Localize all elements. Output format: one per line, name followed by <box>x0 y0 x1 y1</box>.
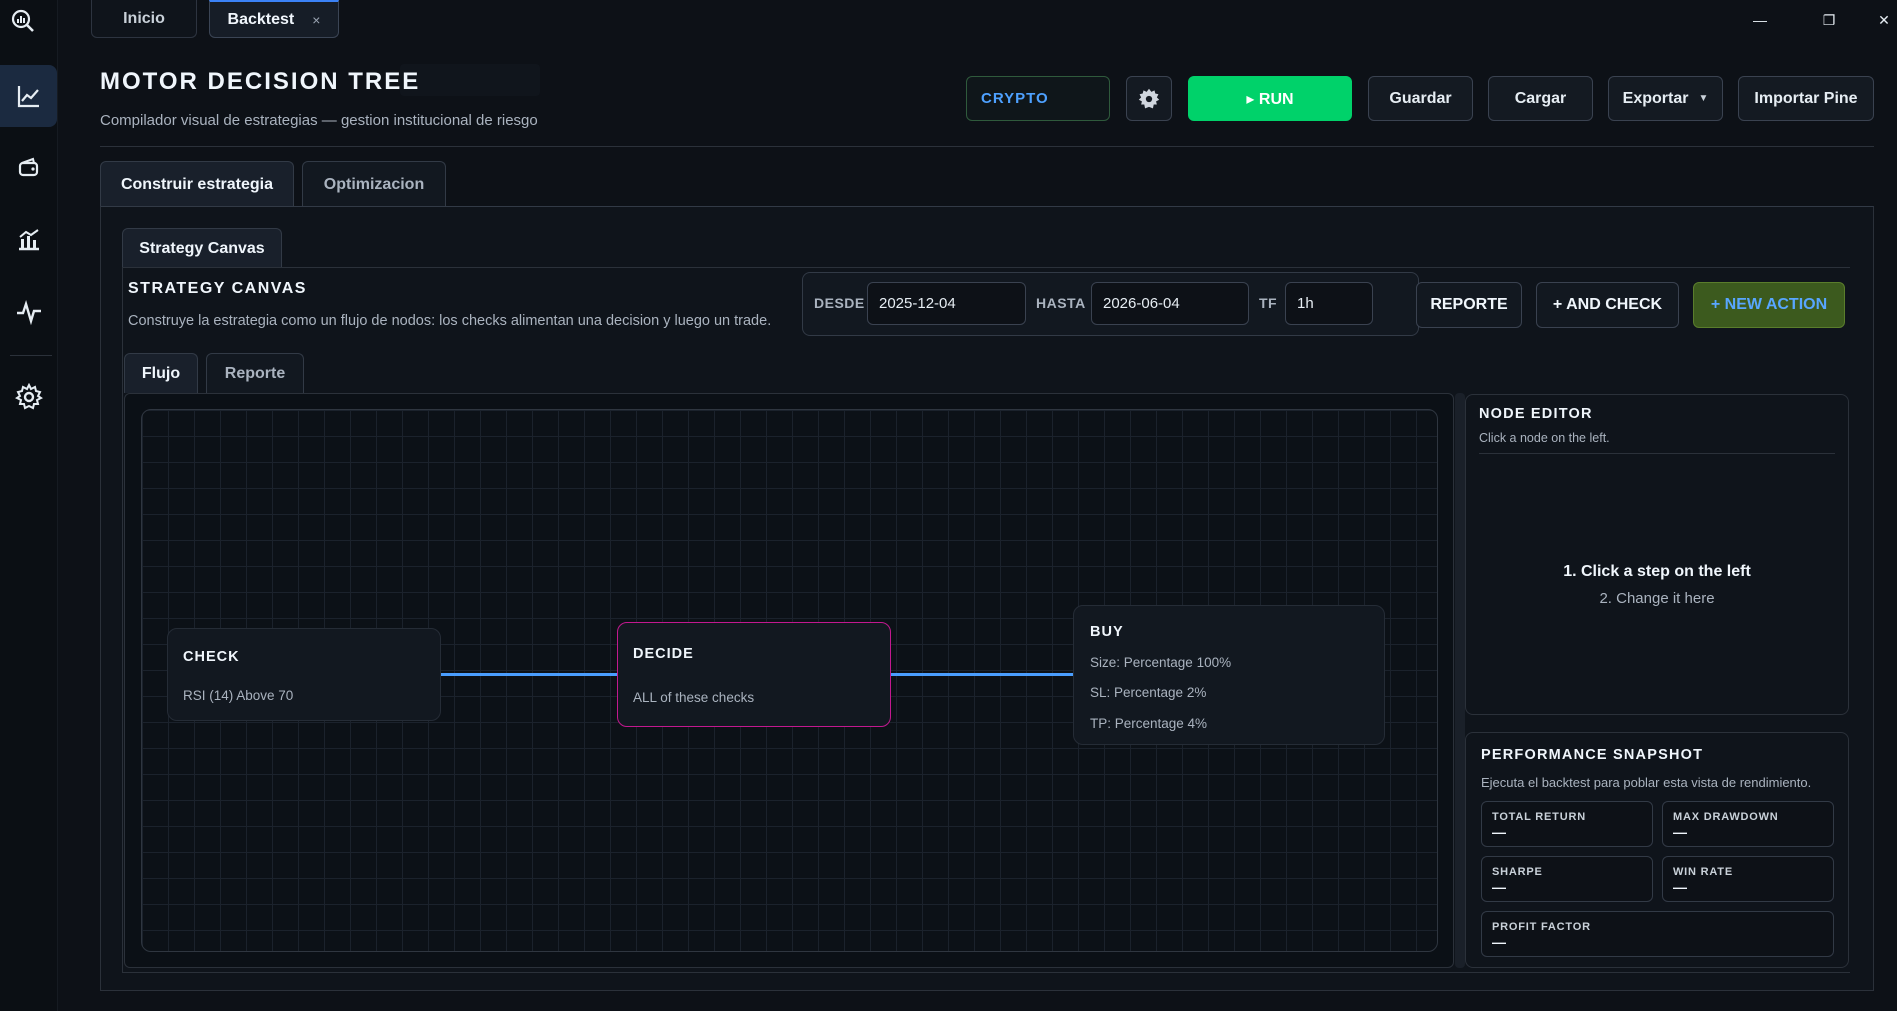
tab-inicio[interactable]: Inicio <box>91 0 197 38</box>
metric-value: — <box>1673 879 1687 895</box>
canvas-title: STRATEGY CANVAS <box>128 280 307 297</box>
settings-button[interactable] <box>1126 76 1172 121</box>
page-subtitle: Compilador visual de estrategias — gesti… <box>100 112 538 129</box>
timeframe-input[interactable]: 1h <box>1285 282 1373 325</box>
tab-flujo[interactable]: Flujo <box>124 353 198 393</box>
chevron-down-icon: ▼ <box>1698 93 1709 104</box>
tab-strategy-canvas[interactable]: Strategy Canvas <box>122 228 282 268</box>
sidebar-divider <box>10 355 52 356</box>
desde-input[interactable]: 2025-12-04 <box>867 282 1026 325</box>
node-title: DECIDE <box>633 646 694 662</box>
sidebar-item-wallet[interactable] <box>0 137 58 199</box>
sidebar-item-analytics[interactable] <box>0 209 58 271</box>
tab-label: Inicio <box>123 9 165 27</box>
import-pine-button[interactable]: Importar Pine <box>1738 76 1874 121</box>
node-editor-title: NODE EDITOR <box>1479 406 1593 422</box>
page-title: MOTOR DECISION TREE <box>100 68 421 95</box>
load-button[interactable]: Cargar <box>1488 76 1593 121</box>
tab-construir-estrategia[interactable]: Construir estrategia <box>100 161 294 207</box>
pulse-icon <box>17 299 41 326</box>
maximize-button[interactable]: ❐ <box>1817 8 1841 32</box>
performance-snapshot-panel: PERFORMANCE SNAPSHOT Ejecuta el backtest… <box>1465 732 1849 968</box>
edge-decide-buy <box>890 673 1074 676</box>
tab-backtest[interactable]: Backtest × <box>209 0 339 38</box>
metric-max-drawdown: MAX DRAWDOWN — <box>1662 801 1834 847</box>
wallet-icon <box>18 157 39 177</box>
metric-label: SHARPE <box>1492 866 1543 878</box>
export-button[interactable]: Exportar ▼ <box>1608 76 1723 121</box>
gear-icon <box>1138 88 1160 108</box>
node-check[interactable]: CHECK RSI (14) Above 70 <box>167 628 441 721</box>
save-button[interactable]: Guardar <box>1368 76 1473 121</box>
node-buy[interactable]: BUY Size: Percentage 100% SL: Percentage… <box>1073 605 1385 745</box>
market-select[interactable]: CRYPTO <box>966 76 1110 121</box>
tab-label: Backtest <box>227 10 295 28</box>
tab-bar: Inicio Backtest × — ❐ ✕ <box>58 0 1897 40</box>
editor-step-1: 1. Click a step on the left <box>1563 563 1751 580</box>
title-shadow <box>400 64 540 96</box>
performance-title: PERFORMANCE SNAPSHOT <box>1481 747 1704 763</box>
close-window-button[interactable]: ✕ <box>1872 8 1896 32</box>
editor-step-2: 2. Change it here <box>1599 590 1715 607</box>
minimize-button[interactable]: — <box>1748 8 1772 32</box>
performance-subtitle: Ejecuta el backtest para poblar esta vis… <box>1481 775 1812 790</box>
node-editor-panel: NODE EDITOR Click a node on the left. 1.… <box>1465 394 1849 715</box>
export-label: Exportar <box>1622 89 1689 107</box>
add-and-check-button[interactable]: + AND CHECK <box>1536 282 1679 328</box>
metric-label: MAX DRAWDOWN <box>1673 811 1779 823</box>
gear-icon <box>15 383 43 410</box>
tab-optimizacion[interactable]: Optimizacion <box>302 161 446 207</box>
metric-value: — <box>1673 824 1687 840</box>
metric-win-rate: WIN RATE — <box>1662 856 1834 902</box>
tab-reporte[interactable]: Reporte <box>206 353 304 393</box>
sidebar <box>0 0 58 1011</box>
metric-sharpe: SHARPE — <box>1481 856 1653 902</box>
node-detail: SL: Percentage 2% <box>1090 685 1207 700</box>
node-editor-hint: Click a node on the left. <box>1479 431 1610 445</box>
sidebar-item-settings[interactable] <box>0 366 58 428</box>
run-button[interactable]: ▸ RUN <box>1188 76 1352 121</box>
canvas-description: Construye la estrategia como un flujo de… <box>128 313 772 329</box>
node-detail: ALL of these checks <box>633 690 755 705</box>
metric-profit-factor: PROFIT FACTOR — <box>1481 911 1834 957</box>
node-title: CHECK <box>183 649 240 665</box>
app-logo-icon[interactable] <box>8 6 38 36</box>
metric-label: PROFIT FACTOR <box>1492 921 1591 933</box>
new-action-button[interactable]: + NEW ACTION <box>1693 282 1845 328</box>
canvas-splitter[interactable] <box>1455 393 1465 968</box>
close-tab-icon[interactable]: × <box>312 12 320 28</box>
hasta-input[interactable]: 2026-06-04 <box>1091 282 1249 325</box>
node-title: BUY <box>1090 624 1124 640</box>
metric-label: WIN RATE <box>1673 866 1733 878</box>
desde-label: DESDE <box>814 295 865 311</box>
header-divider <box>100 146 1874 147</box>
node-detail: Size: Percentage 100% <box>1090 655 1232 670</box>
sidebar-item-activity[interactable] <box>0 281 58 343</box>
hasta-label: HASTA <box>1036 295 1086 311</box>
node-decide[interactable]: DECIDE ALL of these checks <box>617 622 891 727</box>
metric-value: — <box>1492 879 1506 895</box>
bar-chart-icon <box>19 229 39 251</box>
metric-label: TOTAL RETURN <box>1492 811 1586 823</box>
line-chart-icon <box>17 86 39 108</box>
node-detail: TP: Percentage 4% <box>1090 716 1208 731</box>
metric-value: — <box>1492 824 1506 840</box>
tf-label: TF <box>1259 295 1278 311</box>
sidebar-item-charts[interactable] <box>0 65 57 127</box>
node-detail: RSI (14) Above 70 <box>183 688 294 703</box>
report-button[interactable]: REPORTE <box>1416 282 1522 328</box>
metric-value: — <box>1492 934 1506 950</box>
metric-total-return: TOTAL RETURN — <box>1481 801 1653 847</box>
panel-divider <box>1479 453 1835 454</box>
edge-check-decide <box>440 673 618 676</box>
